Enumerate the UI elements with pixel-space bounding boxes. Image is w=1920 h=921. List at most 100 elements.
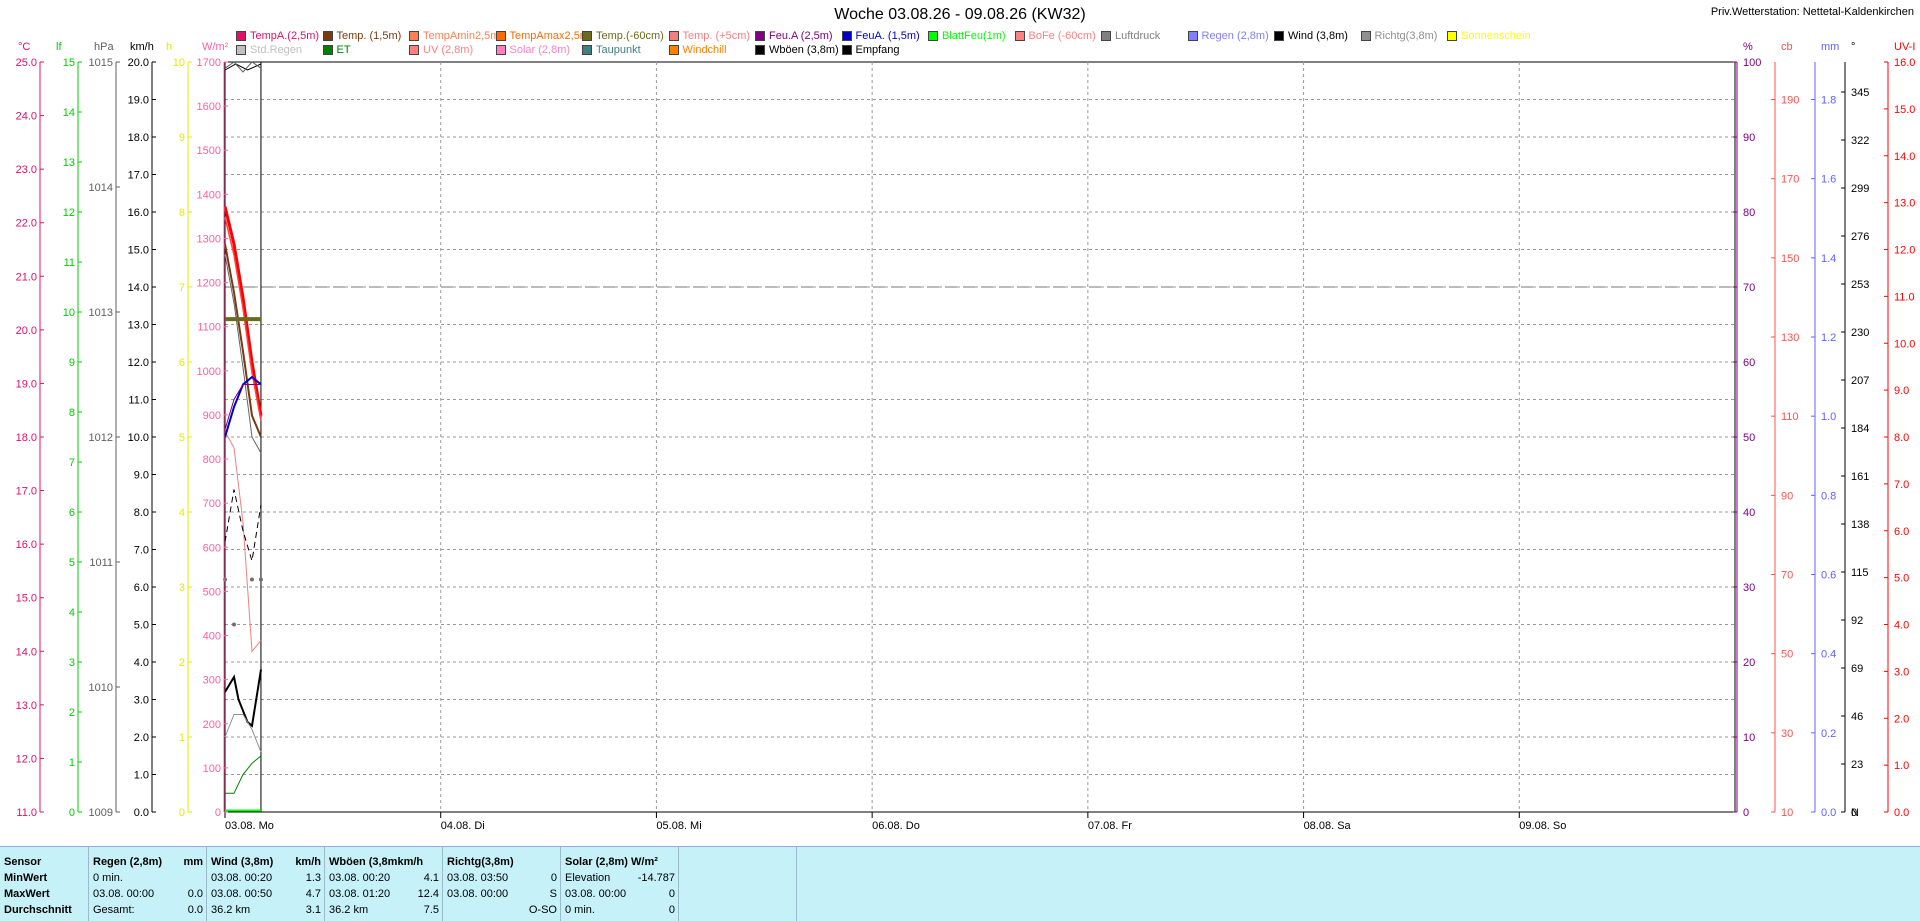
legend: TempA.(2,5m) Temp. (1,5m) TempAmin2,5m Temp… [236, 30, 1636, 60]
axis-tick-label: 80 [1743, 207, 1755, 219]
legend-swatch [236, 31, 246, 41]
legend-swatch [236, 45, 246, 55]
axis-tick-label: 322 [1851, 135, 1869, 147]
legend-label: Richtg(3,8m) [1374, 30, 1438, 42]
axis-tick-label: 600 [203, 542, 221, 554]
axis-tick-label: 6 [69, 507, 75, 519]
axis-tick-label: 14 [63, 107, 75, 119]
axis-tick-label: 15.0 [128, 245, 149, 257]
axis-tick-label: 8.0 [1894, 432, 1909, 444]
legend-swatch [668, 45, 679, 55]
axis-tick-label: 18.0 [128, 132, 149, 144]
axis-unit: ° [1851, 41, 1855, 53]
legend-label: ET [336, 44, 351, 56]
legend-item: TempA.(2,5m) [236, 30, 319, 42]
legend-label: Wind (3,8m) [1288, 30, 1348, 42]
axis-tick-label: 13.0 [16, 700, 37, 712]
axis-tick-label: 30 [1743, 582, 1755, 594]
legend-item: Empfang [841, 44, 900, 56]
axis-unit: mm [1821, 41, 1839, 53]
richtg-min-time: 03.08. 03:50 [447, 872, 509, 884]
plot-area [224, 61, 1736, 813]
axis-tick-label: 0.0 [1894, 807, 1909, 819]
axis-tick-label: 1500 [197, 145, 221, 157]
axis-tick-label: 8 [179, 207, 185, 219]
legend-swatch [1187, 31, 1198, 41]
legend-swatch [755, 31, 765, 41]
axis-tick-label: 0 [179, 807, 185, 819]
axis-tick-label: 10 [63, 307, 75, 319]
axis-tick-label: 900 [203, 410, 221, 422]
axis-tick-label: 20.0 [128, 57, 149, 69]
solar-header: Solar (2,8m) W/m² [565, 856, 658, 868]
axis-tick-label: 11.0 [1894, 291, 1915, 303]
legend-item: ET [322, 44, 351, 56]
axis-tick-label: 25.0 [16, 57, 37, 69]
solar-max-time: 03.08. 00:00 [565, 888, 627, 900]
x-tick-label: 08.08. Sa [1304, 820, 1352, 832]
axis-tick-label: 46 [1851, 711, 1863, 723]
legend-label: Luftdruck [1115, 30, 1161, 42]
wind-min-time: 03.08. 00:20 [211, 872, 273, 884]
legend-label: Regen (2,8m) [1201, 30, 1269, 42]
wboen-max-value: 12.4 [417, 888, 439, 900]
legend-item: TempAmin2,5m [409, 30, 499, 42]
legend-label: TempAmin2,5m [423, 30, 500, 42]
legend-swatch [841, 31, 852, 41]
station-name: Priv.Wetterstation: Nettetal-Kaldenkirch… [1710, 6, 1914, 18]
regen-max-value: 0.0 [187, 888, 203, 900]
wboen-header: Wböen (3,8mkm/h [329, 856, 424, 868]
axis-tick-label: 16.0 [1894, 57, 1915, 69]
legend-item: Sonnenschein [1447, 30, 1531, 42]
legend-item: FeuA. (1,5m) [841, 30, 920, 42]
x-tick-label: 06.08. Do [872, 820, 920, 832]
x-tick-label: 04.08. Di [441, 820, 485, 832]
axis-tick-label: 1100 [197, 322, 221, 334]
axis-tick-label: 0.8 [1821, 490, 1836, 502]
axis-tick-label: 1013 [89, 307, 113, 319]
axis-tick-label: 8 [69, 407, 75, 419]
axis-tick-label: 3 [69, 657, 75, 669]
axis-tick-label: 15 [63, 57, 75, 69]
legend-item: Regen (2,8m) [1187, 30, 1269, 42]
legend-label: Empfang [855, 44, 900, 56]
axis-tick-label: 1300 [197, 233, 221, 245]
axis-tick-label: 6.0 [1894, 526, 1909, 538]
stats-table: Sensor MinWert MaxWert Durchschnitt Rege… [0, 846, 1920, 921]
legend-label: Windchill [682, 44, 727, 56]
legend-swatch [409, 31, 419, 41]
axis-tick-label: 10.0 [1894, 338, 1915, 350]
axis-tick-label: 9 [179, 132, 185, 144]
axis-tick-label: 4.0 [134, 657, 149, 669]
legend-label: UV (2,8m) [423, 44, 474, 56]
solar-max-value: 0 [668, 888, 675, 900]
axis-tick-label: 3 [179, 582, 185, 594]
axis-tick-label: 1.0 [1821, 411, 1836, 423]
axis-tick-label: 20 [1743, 657, 1755, 669]
axis-tick-label: 12.0 [16, 753, 37, 765]
axis-tick-label: 70 [1781, 570, 1793, 582]
axis-tick-label: 19.0 [16, 378, 37, 390]
x-tick-label: 05.08. Mi [656, 820, 701, 832]
axis-tick-label: 11 [64, 257, 75, 269]
wind-max-value: 4.7 [305, 888, 321, 900]
axis-tick-label: 0 [215, 807, 221, 819]
axis-tick-label: 14.0 [1894, 151, 1915, 163]
scatter-point [258, 577, 263, 582]
wboen-min-time: 03.08. 00:20 [329, 872, 391, 884]
richtg-max-value: S [549, 888, 557, 900]
axis-tick-label: 1.0 [1894, 760, 1909, 772]
legend-item: BoFe (-60cm) [1014, 30, 1096, 42]
minwert-label: MinWert [4, 872, 48, 884]
axis-tick-label: 207 [1851, 375, 1869, 387]
axis-tick-label: 1015 [89, 57, 113, 69]
legend-item: Richtg(3,8m) [1360, 30, 1438, 42]
legend-item: Std.Regen [236, 44, 302, 56]
stats-empty-column [796, 847, 915, 921]
axis-unit: °C [18, 41, 30, 53]
regen-max-time: 03.08. 00:00 [93, 888, 155, 900]
richtg-column: Richtg(3,8m) 03.08. 03:50 0 03.08. 00:00 S… [442, 847, 561, 921]
axis-tick-label: 1700 [197, 57, 221, 69]
wind-max-time: 03.08. 00:50 [211, 888, 273, 900]
axis-tick-label: 130 [1781, 332, 1799, 344]
